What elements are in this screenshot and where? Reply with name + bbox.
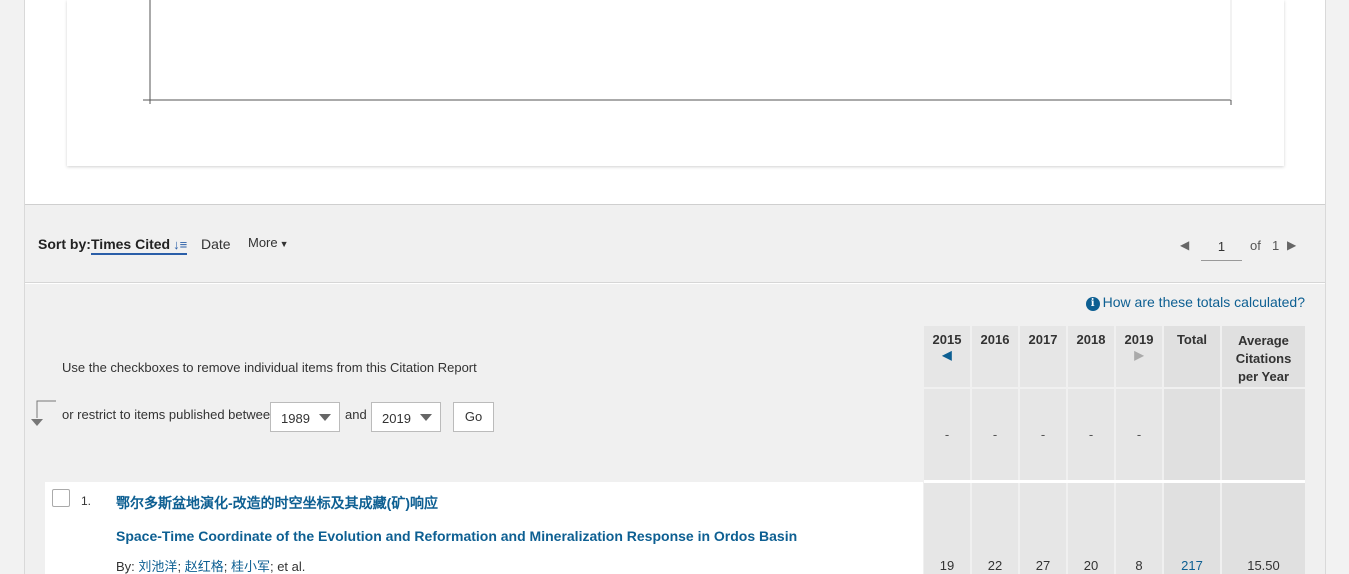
summary-2016: -	[992, 427, 998, 442]
sort-times-cited-label: Times Cited	[91, 236, 171, 252]
page-total: 1	[1272, 238, 1280, 253]
record-authors: By: 刘池洋; 赵红格; 桂小军; et al.	[116, 556, 305, 574]
summary-2017: -	[1040, 427, 1046, 442]
header-average: Average Citations per Year	[1222, 332, 1305, 386]
next-page-icon[interactable]: ▶	[1287, 238, 1296, 252]
summary-2018: -	[1088, 427, 1094, 442]
record-average: 15.50	[1247, 558, 1280, 573]
dropdown-arrow-icon	[319, 414, 331, 421]
how-calculated-link[interactable]: i How are these totals calculated?	[1085, 294, 1305, 311]
and-label: and	[345, 407, 367, 422]
header-total: Total	[1176, 332, 1208, 347]
record-2017-count: 27	[1035, 558, 1051, 573]
header-2019-label: 2019	[1124, 332, 1154, 347]
previous-page-icon[interactable]: ◀	[1180, 238, 1189, 252]
header-2015-label: 2015	[932, 332, 962, 347]
header-average-line1: Average	[1238, 333, 1289, 348]
header-2015: 2015 ◀	[924, 332, 970, 362]
to-year-value: 2019	[382, 411, 411, 426]
checkbox-instruction: Use the checkboxes to remove individual …	[62, 360, 477, 375]
to-year-select[interactable]: 2019	[371, 402, 441, 432]
sort-descending-icon: ↓≡	[173, 237, 188, 252]
record-checkbox[interactable]	[52, 489, 70, 507]
header-2019: 2019 ▶	[1116, 332, 1162, 362]
summary-2015: -	[944, 427, 950, 442]
how-calculated-label: How are these totals calculated?	[1102, 294, 1305, 310]
sort-more-label: More	[248, 235, 278, 250]
sort-more-dropdown[interactable]: More ▼	[248, 235, 289, 250]
caret-down-icon: ▼	[279, 239, 289, 249]
header-2016: 2016	[980, 332, 1010, 347]
sort-by-label: Sort by:	[38, 236, 91, 252]
previous-years-icon[interactable]: ◀	[924, 348, 970, 362]
authors-by-label: By:	[116, 559, 135, 574]
author-link[interactable]: 桂小军	[231, 559, 270, 574]
info-icon: i	[1085, 297, 1100, 311]
sort-times-cited-button[interactable]: Times Cited ↓≡	[91, 236, 188, 255]
page-number-input[interactable]	[1201, 233, 1242, 261]
table-row: 1. 鄂尔多斯盆地演化-改造的时空坐标及其成藏(矿)响应 Space-Time …	[45, 482, 923, 574]
col-2019	[1116, 326, 1162, 574]
record-2019-count: 8	[1135, 558, 1143, 573]
author-separator: ;	[223, 559, 228, 574]
header-average-line3: per Year	[1237, 369, 1290, 384]
header-average-line2: Citations	[1235, 351, 1292, 366]
sort-date-button[interactable]: Date	[201, 236, 231, 252]
pagination: ◀ of 1 ▶	[1180, 233, 1296, 261]
author-link[interactable]: 刘池洋	[138, 559, 177, 574]
record-total-link[interactable]: 217	[1164, 558, 1220, 573]
record-2015-count: 19	[939, 558, 955, 573]
summary-divider	[924, 480, 1305, 483]
record-title-english[interactable]: Space-Time Coordinate of the Evolution a…	[116, 528, 797, 544]
author-link[interactable]: 赵红格	[185, 559, 224, 574]
header-2017: 2017	[1028, 332, 1058, 347]
author-separator: ;	[177, 559, 182, 574]
citation-chart	[143, 0, 1232, 105]
from-year-value: 1989	[281, 411, 310, 426]
record-number: 1.	[81, 494, 92, 508]
go-button[interactable]: Go	[453, 402, 494, 432]
citation-chart-card	[67, 0, 1284, 166]
arrow-down-icon	[31, 400, 56, 426]
header-2018: 2018	[1076, 332, 1106, 347]
summary-2019: -	[1136, 427, 1142, 442]
record-title-chinese[interactable]: 鄂尔多斯盆地演化-改造的时空坐标及其成藏(矿)响应	[116, 493, 438, 513]
citation-report: i How are these totals calculated? Use th…	[25, 284, 1325, 574]
record-2016-count: 22	[987, 558, 1003, 573]
sort-toolbar: Sort by: Times Cited↓≡ Date More▼ ◀ of 1…	[25, 204, 1325, 283]
report-container: Sort by: Times Cited↓≡ Date More▼ ◀ of 1…	[24, 0, 1326, 574]
page-of-label: of	[1250, 238, 1261, 253]
restrict-label: or restrict to items published between	[62, 407, 278, 422]
next-years-icon: ▶	[1134, 348, 1144, 362]
col-2018	[1068, 326, 1114, 574]
authors-et-al: ; et al.	[269, 559, 306, 574]
col-total	[1164, 326, 1220, 574]
col-2017	[1020, 326, 1066, 574]
record-2018-count: 20	[1083, 558, 1099, 573]
from-year-select[interactable]: 1989	[270, 402, 340, 432]
col-2015	[924, 326, 970, 574]
col-2016	[972, 326, 1018, 574]
header-divider	[924, 387, 1305, 389]
dropdown-arrow-icon	[420, 414, 432, 421]
